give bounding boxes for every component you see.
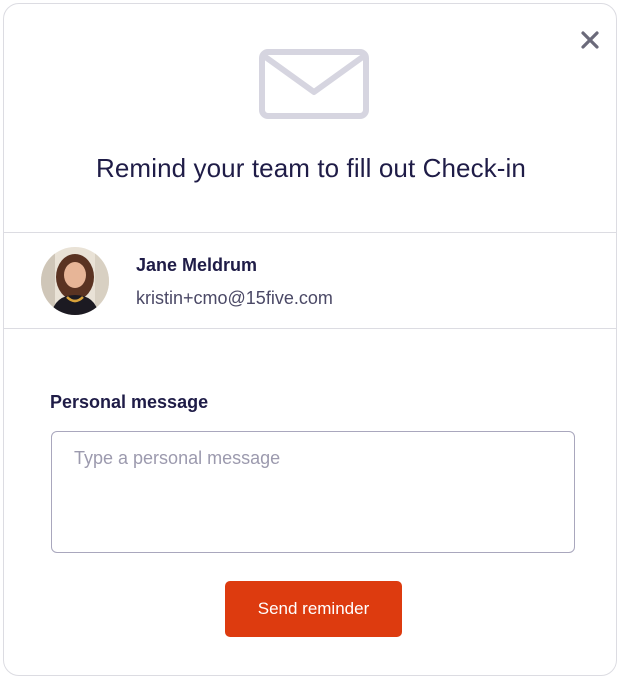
divider: [4, 232, 616, 233]
personal-message-label: Personal message: [50, 392, 209, 412]
envelope-icon: [258, 48, 370, 120]
avatar: [41, 247, 109, 315]
divider: [4, 328, 616, 329]
recipient-name: Jane Meldrum: [136, 255, 258, 275]
dialog-title: Remind your team to fill out Check-in: [96, 153, 526, 183]
send-reminder-button[interactable]: Send reminder: [225, 581, 402, 637]
personal-message-input[interactable]: [51, 431, 575, 553]
close-icon[interactable]: [578, 28, 602, 52]
close-button[interactable]: [578, 28, 602, 52]
send-reminder-dialog: Remind your team to fill out Check-in Ja…: [3, 3, 617, 676]
recipient-email: kristin+cmo@15five.com: [136, 288, 333, 308]
